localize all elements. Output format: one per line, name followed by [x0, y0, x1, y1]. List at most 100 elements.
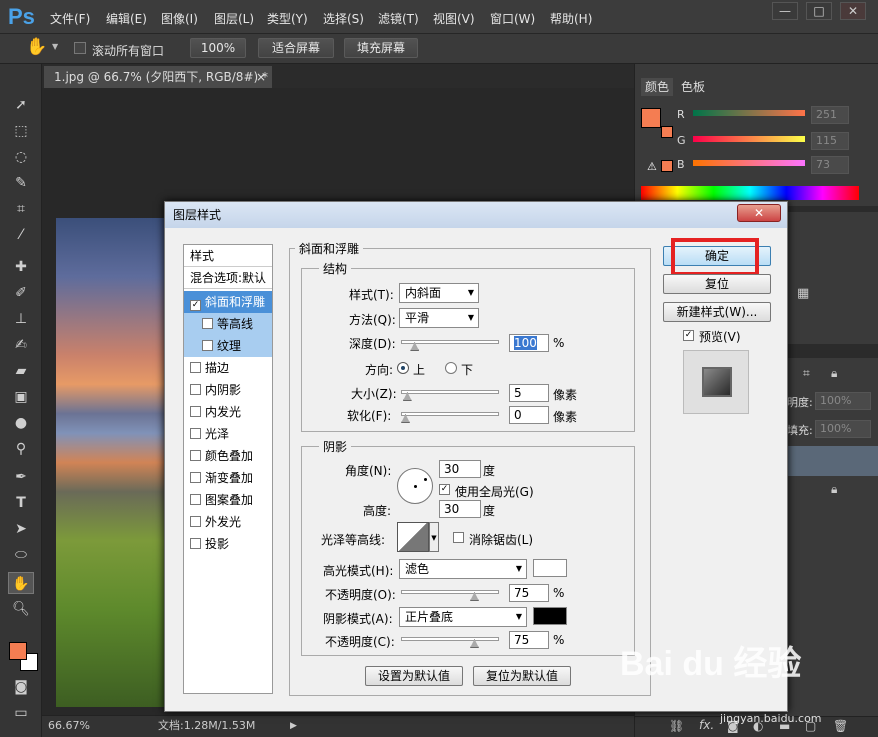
highlight-color-swatch[interactable]: [533, 559, 567, 577]
style-item-checkbox[interactable]: [190, 494, 201, 505]
style-item[interactable]: 渐变叠加: [184, 467, 272, 489]
lasso-tool-icon[interactable]: ◌: [8, 146, 34, 168]
highlight-opacity-field[interactable]: 75: [509, 584, 549, 602]
shadow-opacity-slider[interactable]: [401, 637, 499, 641]
lock-position-icon[interactable]: ⌗: [803, 366, 810, 381]
adjustments-grid-icon[interactable]: ▦: [797, 286, 809, 301]
bevel-style-select[interactable]: 内斜面 ▼: [399, 283, 479, 303]
style-item-checkbox[interactable]: [190, 472, 201, 483]
fill-field[interactable]: 100%: [815, 420, 871, 438]
quick-mask-icon[interactable]: ◙: [8, 676, 34, 698]
dialog-titlebar[interactable]: 图层样式: [165, 202, 787, 228]
style-item-checkbox[interactable]: [202, 318, 213, 329]
document-tab[interactable]: 1.jpg @ 66.7% (夕阳西下, RGB/8#) * ×: [44, 66, 272, 88]
document-close-icon[interactable]: ×: [256, 66, 266, 88]
style-item[interactable]: 纹理: [184, 335, 272, 357]
web-safe-color-swatch[interactable]: [661, 126, 673, 138]
menu-image[interactable]: 图像(I): [161, 10, 198, 27]
hand-tool-icon[interactable]: ✋: [8, 572, 34, 594]
highlight-mode-select[interactable]: 滤色 ▼: [399, 559, 527, 579]
direction-down-radio[interactable]: [445, 362, 457, 374]
style-item[interactable]: 颜色叠加: [184, 445, 272, 467]
menu-filter[interactable]: 滤镜(T): [378, 10, 419, 27]
zoom-tool-icon[interactable]: 🔍︎: [8, 598, 34, 620]
shadow-opacity-field[interactable]: 75: [509, 631, 549, 649]
healing-brush-tool-icon[interactable]: ✚: [8, 256, 34, 278]
green-value[interactable]: 115: [811, 132, 849, 150]
gloss-contour-picker[interactable]: [397, 522, 429, 552]
gradient-tool-icon[interactable]: ▣: [8, 386, 34, 408]
eraser-tool-icon[interactable]: ▰: [8, 360, 34, 382]
anti-alias-checkbox[interactable]: [453, 532, 464, 543]
reset-default-button[interactable]: 复位为默认值: [473, 666, 571, 686]
styles-header[interactable]: 样式: [184, 245, 272, 267]
blur-tool-icon[interactable]: ●: [8, 412, 34, 434]
style-item[interactable]: 图案叠加: [184, 489, 272, 511]
screen-mode-icon[interactable]: ▭: [8, 702, 34, 724]
style-item[interactable]: 投影: [184, 533, 272, 555]
menu-type[interactable]: 类型(Y): [267, 10, 308, 27]
style-item[interactable]: 光泽: [184, 423, 272, 445]
layer-row-selected[interactable]: [785, 446, 878, 476]
tab-swatches[interactable]: 色板: [677, 78, 709, 96]
angle-field[interactable]: 30: [439, 460, 481, 478]
menu-edit[interactable]: 编辑(E): [106, 10, 147, 27]
menu-help[interactable]: 帮助(H): [550, 10, 592, 27]
style-item-checkbox[interactable]: [190, 538, 201, 549]
menu-file[interactable]: 文件(F): [50, 10, 90, 27]
highlight-opacity-slider[interactable]: [401, 590, 499, 594]
opacity-field[interactable]: 100%: [815, 392, 871, 410]
soften-field[interactable]: 0: [509, 406, 549, 424]
minimize-button[interactable]: —: [772, 2, 798, 20]
style-item[interactable]: 内发光: [184, 401, 272, 423]
reset-button[interactable]: 复位: [663, 274, 771, 294]
make-default-button[interactable]: 设置为默认值: [365, 666, 463, 686]
delete-layer-icon[interactable]: 🗑︎: [833, 719, 848, 733]
path-select-tool-icon[interactable]: ➤: [8, 518, 34, 540]
depth-field[interactable]: 100: [509, 334, 549, 352]
red-value[interactable]: 251: [811, 106, 849, 124]
maximize-button[interactable]: □: [806, 2, 832, 20]
hand-tool-icon[interactable]: ✋: [26, 37, 47, 57]
style-item[interactable]: 等高线: [184, 313, 272, 335]
color-spectrum-bar[interactable]: [641, 186, 859, 200]
history-brush-tool-icon[interactable]: ✍: [8, 334, 34, 356]
eyedropper-tool-icon[interactable]: ⁄: [8, 224, 34, 246]
marquee-tool-icon[interactable]: ⬚: [8, 120, 34, 142]
red-slider[interactable]: [693, 110, 805, 116]
brush-tool-icon[interactable]: ✐: [8, 282, 34, 304]
style-item-checkbox[interactable]: ✓: [190, 300, 201, 311]
panel-foreground-swatch[interactable]: [641, 108, 661, 128]
style-item-checkbox[interactable]: [190, 450, 201, 461]
contour-dropdown-arrow-icon[interactable]: ▼: [429, 522, 439, 552]
style-item[interactable]: ✓ 斜面和浮雕: [184, 291, 272, 313]
style-item-checkbox[interactable]: [190, 362, 201, 373]
style-item[interactable]: 外发光: [184, 511, 272, 533]
new-style-button[interactable]: 新建样式(W)...: [663, 302, 771, 322]
fill-screen-button[interactable]: 填充屏幕: [344, 38, 418, 58]
foreground-color-swatch-top[interactable]: [9, 642, 27, 660]
style-item-checkbox[interactable]: [190, 428, 201, 439]
blue-slider[interactable]: [693, 160, 805, 166]
zoom-100-button[interactable]: 100%: [190, 38, 246, 58]
gamut-warning-icon[interactable]: ⚠: [647, 160, 657, 173]
dodge-tool-icon[interactable]: ⚲: [8, 438, 34, 460]
soften-slider[interactable]: [401, 412, 499, 416]
angle-dial[interactable]: [397, 468, 433, 504]
blending-options-item[interactable]: 混合选项:默认: [184, 267, 272, 289]
fx-icon[interactable]: fx.: [699, 718, 714, 732]
gamut-color-swatch[interactable]: [661, 160, 673, 172]
link-layers-icon[interactable]: ⛓: [669, 719, 684, 733]
crop-tool-icon[interactable]: ⌗: [8, 198, 34, 220]
dialog-close-button[interactable]: ✕: [737, 204, 781, 222]
menu-window[interactable]: 窗口(W): [490, 10, 535, 27]
style-item-checkbox[interactable]: [190, 406, 201, 417]
shadow-color-swatch[interactable]: [533, 607, 567, 625]
close-window-button[interactable]: ✕: [840, 2, 866, 20]
status-menu-arrow-icon[interactable]: ▶: [290, 716, 297, 736]
lock-all-icon[interactable]: 🔒︎: [831, 366, 837, 381]
scroll-all-checkbox[interactable]: [74, 42, 86, 54]
menu-layer[interactable]: 图层(L): [214, 10, 254, 27]
quick-select-tool-icon[interactable]: ✎: [8, 172, 34, 194]
global-light-checkbox[interactable]: ✓: [439, 484, 450, 495]
